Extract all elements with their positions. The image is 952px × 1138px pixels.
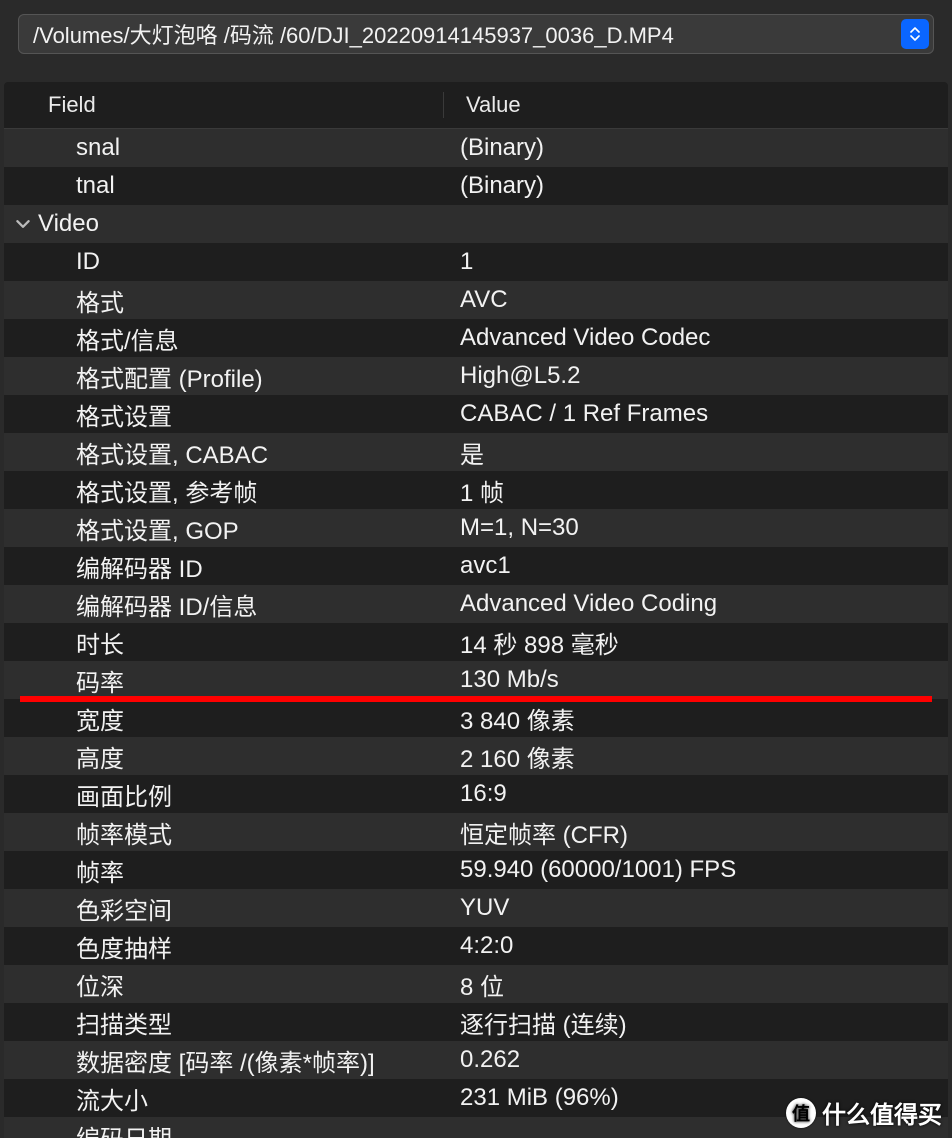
- value-cell: 59.940 (60000/1001) FPS: [444, 856, 948, 884]
- table-row: ID1: [4, 243, 948, 281]
- field-cell: 色彩空间: [4, 891, 444, 926]
- field-cell: 宽度: [4, 701, 444, 736]
- value-cell: YUV: [444, 894, 948, 922]
- value-cell: 14 秒 898 毫秒: [444, 625, 948, 660]
- top-bar: /Volumes/大灯泡咯 /码流 /60/DJI_20220914145937…: [0, 0, 952, 68]
- table-row: 帧率模式恒定帧率 (CFR): [4, 813, 948, 851]
- table-row: 扫描类型逐行扫描 (连续): [4, 1003, 948, 1041]
- value-cell: Advanced Video Codec: [444, 324, 948, 352]
- table-row: 格式/信息Advanced Video Codec: [4, 319, 948, 357]
- value-cell: 逐行扫描 (连续): [444, 1005, 948, 1040]
- table-row: 色度抽样4:2:0: [4, 927, 948, 965]
- table-row: tnal(Binary): [4, 167, 948, 205]
- value-cell: High@L5.2: [444, 362, 948, 390]
- field-cell: Video: [4, 210, 444, 238]
- field-cell: 帧率模式: [4, 815, 444, 850]
- value-cell: M=1, N=30: [444, 514, 948, 542]
- value-cell: 1 帧: [444, 473, 948, 508]
- value-cell: 8 位: [444, 967, 948, 1002]
- column-header-value[interactable]: Value: [444, 92, 948, 118]
- highlight-underline: [20, 696, 932, 702]
- table-row: 码率130 Mb/s: [4, 661, 948, 699]
- value-cell: 16:9: [444, 780, 948, 808]
- value-cell: (Binary): [444, 134, 948, 162]
- field-cell: 码率: [4, 663, 444, 698]
- field-cell: 流大小: [4, 1081, 444, 1116]
- field-cell: 格式设置, CABAC: [4, 435, 444, 470]
- value-cell: 2 160 像素: [444, 739, 948, 774]
- table-row: 格式设置, CABAC是: [4, 433, 948, 471]
- value-cell: 130 Mb/s: [444, 666, 948, 694]
- field-cell: snal: [4, 134, 444, 162]
- table-row: 画面比例16:9: [4, 775, 948, 813]
- field-cell: 位深: [4, 967, 444, 1002]
- table-row: 色彩空间YUV: [4, 889, 948, 927]
- field-cell: 扫描类型: [4, 1005, 444, 1040]
- chevron-down-icon[interactable]: [16, 217, 30, 231]
- field-cell: 数据密度 [码率 /(像素*帧率)]: [4, 1043, 444, 1078]
- info-panel: Field Value snal(Binary)tnal(Binary)Vide…: [4, 82, 948, 1138]
- table-row: 格式AVC: [4, 281, 948, 319]
- table-body: snal(Binary)tnal(Binary)VideoID1格式AVC格式/…: [4, 129, 948, 1138]
- table-row: 格式设置, GOPM=1, N=30: [4, 509, 948, 547]
- watermark-badge: 值: [786, 1098, 816, 1128]
- field-cell: tnal: [4, 172, 444, 200]
- dropdown-arrows-icon[interactable]: [901, 19, 929, 49]
- field-cell: 编解码器 ID/信息: [4, 587, 444, 622]
- file-path-text: /Volumes/大灯泡咯 /码流 /60/DJI_20220914145937…: [33, 18, 674, 50]
- table-row: 格式配置 (Profile)High@L5.2: [4, 357, 948, 395]
- table-row: snal(Binary): [4, 129, 948, 167]
- value-cell: (Binary): [444, 172, 948, 200]
- value-cell: 是: [444, 435, 948, 470]
- field-cell: 时长: [4, 625, 444, 660]
- file-path-dropdown[interactable]: /Volumes/大灯泡咯 /码流 /60/DJI_20220914145937…: [18, 14, 934, 54]
- table-row: 编解码器 ID/信息Advanced Video Coding: [4, 585, 948, 623]
- field-cell: 格式: [4, 283, 444, 318]
- table-row: 帧率59.940 (60000/1001) FPS: [4, 851, 948, 889]
- field-cell: 格式设置, 参考帧: [4, 473, 444, 508]
- field-cell: ID: [4, 248, 444, 276]
- table-header: Field Value: [4, 82, 948, 129]
- table-row: 时长14 秒 898 毫秒: [4, 623, 948, 661]
- value-cell: CABAC / 1 Ref Frames: [444, 400, 948, 428]
- table-row: 位深8 位: [4, 965, 948, 1003]
- content-area: Field Value snal(Binary)tnal(Binary)Vide…: [0, 68, 952, 1138]
- value-cell: Advanced Video Coding: [444, 590, 948, 618]
- value-cell: 1: [444, 248, 948, 276]
- table-row: 格式设置, 参考帧1 帧: [4, 471, 948, 509]
- section-row[interactable]: Video: [4, 205, 948, 243]
- value-cell: 4:2:0: [444, 932, 948, 960]
- field-cell: 格式配置 (Profile): [4, 359, 444, 394]
- field-cell: 画面比例: [4, 777, 444, 812]
- value-cell: 0.262: [444, 1046, 948, 1074]
- table-row: 编解码器 IDavc1: [4, 547, 948, 585]
- field-cell: 帧率: [4, 853, 444, 888]
- watermark-text: 什么值得买: [822, 1095, 942, 1130]
- table-row: 宽度3 840 像素: [4, 699, 948, 737]
- field-cell: 格式设置: [4, 397, 444, 432]
- value-cell: AVC: [444, 286, 948, 314]
- table-row: 高度2 160 像素: [4, 737, 948, 775]
- field-cell: 高度: [4, 739, 444, 774]
- field-cell: 格式设置, GOP: [4, 511, 444, 546]
- watermark: 值 什么值得买: [786, 1095, 942, 1130]
- value-cell: 恒定帧率 (CFR): [444, 815, 948, 850]
- field-cell: 色度抽样: [4, 929, 444, 964]
- section-label: Video: [38, 210, 99, 238]
- field-cell: 格式/信息: [4, 321, 444, 356]
- field-cell: 编解码器 ID: [4, 549, 444, 584]
- column-header-field[interactable]: Field: [4, 92, 444, 118]
- value-cell: avc1: [444, 552, 948, 580]
- table-row: 格式设置CABAC / 1 Ref Frames: [4, 395, 948, 433]
- value-cell: 3 840 像素: [444, 701, 948, 736]
- field-cell: 编码日期: [4, 1119, 444, 1138]
- table-row: 数据密度 [码率 /(像素*帧率)]0.262: [4, 1041, 948, 1079]
